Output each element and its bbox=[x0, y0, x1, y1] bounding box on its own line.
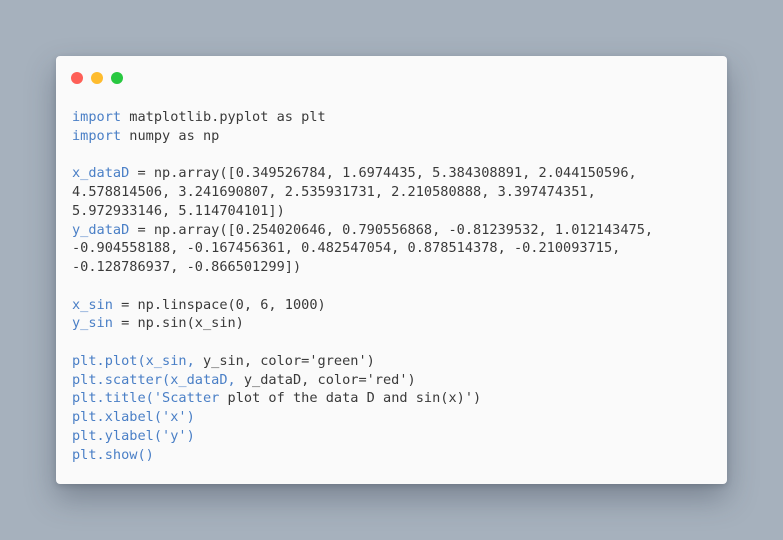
code-token-highlight: x_dataD bbox=[72, 165, 130, 182]
code-token-highlight: plt.plot(x_sin, bbox=[72, 352, 195, 369]
code-token-highlight: import bbox=[72, 127, 122, 144]
code-token: plot of the data D and sin(x)') bbox=[219, 390, 482, 407]
code-line: y_dataD = np.array([0.254020646, 0.79055… bbox=[72, 221, 653, 240]
code-line: x_dataD = np.array([0.349526784, 1.69744… bbox=[72, 164, 653, 183]
code-token: = np.array([0.349526784, 1.6974435, 5.38… bbox=[129, 165, 637, 182]
code-line: 4.578814506, 3.241690807, 2.535931731, 2… bbox=[72, 183, 653, 202]
code-block[interactable]: import matplotlib.pyplot as plt import nu… bbox=[72, 108, 653, 464]
code-token: = np.linspace(0, 6, 1000) bbox=[112, 296, 326, 313]
code-line: plt.title('Scatter plot of the data D an… bbox=[72, 389, 653, 408]
code-line: -0.128786937, -0.866501299]) bbox=[72, 258, 653, 277]
code-line: 5.972933146, 5.114704101]) bbox=[72, 202, 653, 221]
code-token: y_sin, color='green') bbox=[194, 352, 375, 369]
close-dot-icon[interactable] bbox=[71, 72, 83, 84]
code-token-highlight: plt.show() bbox=[72, 446, 154, 463]
code-line: import matplotlib.pyplot as plt bbox=[72, 108, 653, 127]
minimize-dot-icon[interactable] bbox=[91, 72, 103, 84]
code-token-highlight: y_dataD bbox=[72, 221, 130, 238]
code-line: x_sin = np.linspace(0, 6, 1000) bbox=[72, 296, 653, 315]
code-token-highlight: plt.title('Scatter bbox=[72, 390, 220, 407]
code-token-highlight: import bbox=[72, 109, 122, 125]
code-token: matplotlib.pyplot as plt bbox=[121, 109, 326, 125]
code-line: plt.show() bbox=[72, 446, 653, 465]
window-controls bbox=[71, 72, 123, 84]
code-token-highlight: y_sin bbox=[72, 315, 113, 332]
code-line: -0.904558188, -0.167456361, 0.482547054,… bbox=[72, 239, 653, 258]
code-token: = np.sin(x_sin) bbox=[112, 315, 244, 332]
code-line: plt.plot(x_sin, y_sin, color='green') bbox=[72, 352, 653, 371]
code-token: 5.972933146, 5.114704101]) bbox=[72, 202, 285, 219]
code-line: plt.scatter(x_dataD, y_dataD, color='red… bbox=[72, 371, 653, 390]
maximize-dot-icon[interactable] bbox=[111, 72, 123, 84]
code-token: 4.578814506, 3.241690807, 2.535931731, 2… bbox=[72, 184, 596, 200]
code-token-highlight: plt.scatter(x_dataD, bbox=[72, 371, 236, 388]
code-line: import numpy as np bbox=[72, 127, 653, 146]
code-token: numpy as np bbox=[121, 127, 220, 144]
code-token-highlight: x_sin bbox=[72, 296, 113, 313]
code-line: plt.ylabel('y') bbox=[72, 427, 653, 446]
code-line: y_sin = np.sin(x_sin) bbox=[72, 314, 653, 333]
code-line: plt.xlabel('x') bbox=[72, 408, 653, 427]
code-token: y_dataD, color='red') bbox=[235, 371, 416, 388]
code-token-highlight: plt.xlabel('x') bbox=[72, 409, 195, 425]
code-token: = np.array([0.254020646, 0.790556868, -0… bbox=[129, 221, 654, 238]
code-token: -0.128786937, -0.866501299]) bbox=[72, 259, 302, 275]
code-token: -0.904558188, -0.167456361, 0.482547054,… bbox=[72, 240, 621, 257]
code-window: import matplotlib.pyplot as plt import nu… bbox=[56, 56, 727, 484]
code-token-highlight: plt.ylabel('y') bbox=[72, 427, 195, 444]
